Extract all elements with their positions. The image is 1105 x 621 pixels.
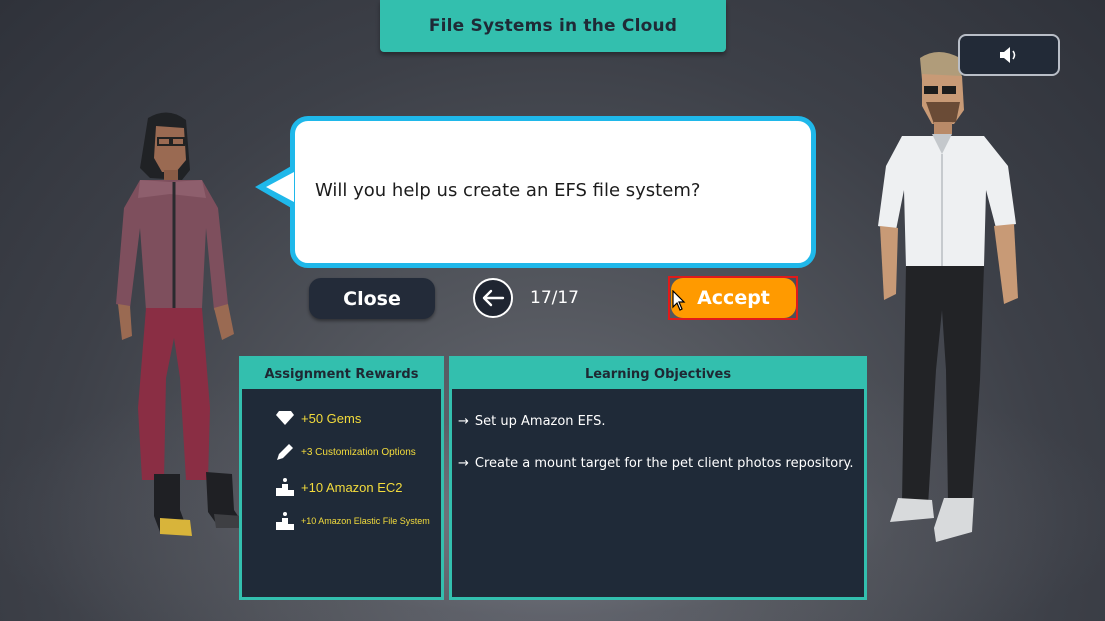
back-button[interactable] [473,278,513,318]
page-indicator: 17/17 [530,288,579,308]
pencil-icon [274,441,296,463]
rewards-header: Assignment Rewards [242,359,441,389]
reward-label: +10 Amazon EC2 [301,479,403,495]
assignment-rewards-panel: Assignment Rewards +50 Gems +3 Customiza… [239,356,444,600]
rank-podium-icon [274,476,296,498]
objective-text: Create a mount target for the pet client… [474,456,854,471]
character-right [878,52,1018,542]
close-button[interactable]: Close [309,278,435,319]
reward-item: +3 Customization Options [274,441,416,463]
objective-item: → Set up Amazon EFS. [458,414,606,429]
accept-button[interactable]: Accept [671,278,796,318]
reward-label: +10 Amazon Elastic File System [301,516,430,526]
objective-item: → Create a mount target for the pet clien… [458,456,854,471]
speaker-icon [1000,47,1016,63]
objectives-header: Learning Objectives [452,359,864,389]
character-left [116,112,244,536]
arrow-left-icon [482,289,505,307]
speech-bubble-tail-fill [266,172,294,202]
reward-label: +3 Customization Options [301,446,416,458]
mouse-cursor-icon [672,290,686,311]
reward-label: +50 Gems [301,410,362,426]
reward-item: +10 Amazon EC2 [274,476,403,498]
quest-title: File Systems in the Cloud [428,16,678,36]
quest-title-banner: File Systems in the Cloud [380,0,726,52]
arrow-right-icon: → [458,456,469,471]
gem-icon [274,407,296,429]
dialog-text: Will you help us create an EFS file syst… [315,180,701,201]
sound-toggle-button[interactable] [958,34,1060,76]
reward-item: +10 Amazon Elastic File System [274,510,430,532]
arrow-right-icon: → [458,414,469,429]
rank-podium-icon [274,510,296,532]
reward-item: +50 Gems [274,407,361,429]
objective-text: Set up Amazon EFS. [474,414,606,429]
learning-objectives-panel: Learning Objectives → Set up Amazon EFS. … [449,356,867,600]
